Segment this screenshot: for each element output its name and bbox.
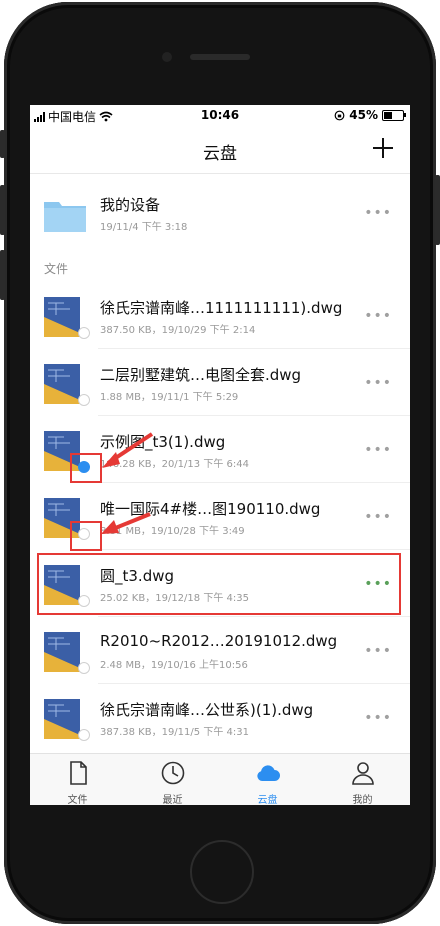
folder-icon	[44, 202, 86, 232]
page-title: 云盘	[203, 144, 237, 164]
file-row[interactable]: 徐氏宗谱南峰…1111111111).dwg 387.50 KB，19/10/29…	[30, 283, 410, 349]
battery-percent: 45%	[349, 108, 378, 122]
more-button[interactable]: •••	[364, 443, 392, 457]
cloud-status-icon	[78, 327, 90, 339]
file-meta: 1.88 MB，19/11/1 下午 5:29	[100, 392, 239, 403]
front-camera	[162, 52, 172, 62]
tab-label: 文件	[67, 795, 88, 805]
device-row[interactable]: 我的设备 19/11/4 下午 3:18 •••	[30, 180, 410, 246]
earpiece-speaker	[190, 54, 250, 60]
file-meta: 387.38 KB，19/11/5 下午 4:31	[100, 727, 249, 738]
annotation-box-cloud-synced	[70, 453, 102, 483]
nav-bar: 云盘	[30, 127, 410, 174]
device-name: 我的设备	[100, 196, 161, 214]
divider	[98, 348, 410, 349]
clock-icon	[161, 761, 185, 785]
plus-icon[interactable]	[370, 135, 396, 161]
phone-frame: 中国电信 10:46 45% 云盘 我的设备 19/11/4 下午 3:18 •…	[0, 0, 440, 926]
power-button	[435, 175, 440, 245]
file-row[interactable]: 徐氏宗谱南峰…公世系)(1).dwg 387.38 KB，19/11/5 下午 4…	[30, 685, 410, 751]
orientation-lock-icon	[334, 110, 345, 120]
cloud-icon	[257, 765, 280, 781]
file-name: 唯一国际4#楼…图190110.dwg	[100, 500, 321, 518]
file-name: 徐氏宗谱南峰…1111111111).dwg	[100, 299, 343, 317]
more-button[interactable]: •••	[364, 376, 392, 390]
home-button[interactable]	[190, 840, 254, 904]
tab-label: 最近	[162, 795, 183, 805]
file-name: R2010~R2012…20191012.dwg	[100, 632, 338, 650]
file-name: 徐氏宗谱南峰…公世系)(1).dwg	[100, 701, 314, 719]
battery-icon	[382, 109, 406, 121]
file-row[interactable]: R2010~R2012…20191012.dwg 2.48 MB，19/10/16…	[30, 618, 410, 684]
cloud-status-icon	[78, 394, 90, 406]
mute-switch	[0, 130, 5, 158]
cloud-status-icon	[78, 662, 90, 674]
tab-label: 我的	[352, 795, 373, 805]
more-button[interactable]: •••	[364, 711, 392, 725]
tab-recent[interactable]: 最近	[125, 758, 220, 805]
tab-files[interactable]: 文件	[30, 758, 125, 805]
annotation-box-cloud-unsynced	[70, 521, 102, 551]
device-meta: 19/11/4 下午 3:18	[100, 222, 188, 233]
volume-up-button	[0, 185, 5, 235]
more-button[interactable]: •••	[364, 206, 392, 220]
more-button[interactable]: •••	[364, 644, 392, 658]
status-bar: 中国电信 10:46 45%	[30, 105, 410, 127]
tab-mine[interactable]: 我的	[315, 758, 410, 805]
annotation-box-highlighted-file	[37, 553, 401, 615]
tab-bar: 文件 最近 云盘 我的	[30, 753, 410, 805]
file-meta: 2.48 MB，19/10/16 上午10:56	[100, 660, 248, 671]
file-meta: 146.28 KB，20/1/13 下午 6:44	[100, 459, 249, 470]
file-meta: 387.50 KB，19/10/29 下午 2:14	[100, 325, 256, 336]
file-name: 二层别墅建筑…电图全套.dwg	[100, 366, 302, 384]
tab-label: 云盘	[257, 795, 278, 805]
divider	[98, 683, 410, 684]
divider	[98, 549, 410, 550]
divider	[98, 482, 410, 483]
divider	[98, 415, 410, 416]
file-name: 示例图_t3(1).dwg	[100, 433, 226, 451]
volume-down-button	[0, 250, 5, 300]
section-label: 文件	[44, 262, 69, 276]
more-button[interactable]: •••	[364, 309, 392, 323]
file-row[interactable]: 二层别墅建筑…电图全套.dwg 1.88 MB，19/11/1 下午 5:29 ••…	[30, 350, 410, 416]
divider	[98, 616, 410, 617]
file-icon	[70, 761, 87, 785]
file-meta: 8.81 MB，19/10/28 下午 3:49	[100, 526, 245, 537]
tab-cloud[interactable]: 云盘	[220, 758, 315, 805]
person-icon	[352, 762, 374, 785]
more-button[interactable]: •••	[364, 510, 392, 524]
cloud-status-icon	[78, 729, 90, 741]
